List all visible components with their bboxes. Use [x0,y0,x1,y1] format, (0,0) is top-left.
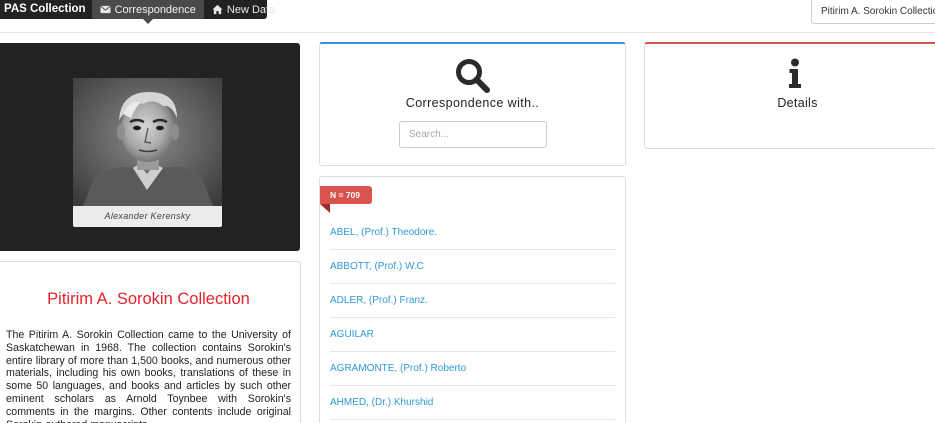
count-badge: N = 709 [320,186,372,204]
active-caret [142,19,153,24]
list-item: AGRAMONTE, (Prof.) Roberto [330,352,615,386]
correspondent-link[interactable]: ABBOTT, (Prof.) W.C [330,261,424,272]
details-heading: Details [777,96,818,110]
nav-item-label: Correspondence [114,3,196,16]
about-panel: Pitirim A. Sorokin Collection The Pitiri… [0,261,301,423]
portrait-caption: Alexander Kerensky [104,211,191,221]
list-item: ADLER, (Prof.) Franz. [330,284,615,318]
correspondent-link[interactable]: AGRAMONTE, (Prof.) Roberto [330,363,466,374]
home-icon [212,4,223,15]
list-item: ABEL, (Prof.) Theodore. [330,216,615,250]
navbar-menu: PAS Collection Correspondence New Data [0,0,275,24]
list-item: ABBOTT, (Prof.) W.C [330,250,615,284]
brand-link[interactable]: PAS Collection [0,0,92,19]
collection-description: The Pitirim A. Sorokin Collection came t… [6,329,291,423]
list-item: AGUILAR [330,318,615,352]
nav-item-label: New Data [226,3,276,16]
correspondent-link[interactable]: AHMED, (Dr.) Khurshid [330,397,433,408]
search-icon [456,59,490,93]
correspondent-link[interactable]: ABEL, (Prof.) Theodore. [330,227,437,238]
nav-item-correspondence[interactable]: Correspondence [91,0,204,24]
portrait-panel: Alexander Kerensky [0,43,300,251]
correspondence-search-panel: Correspondence with.. [319,42,626,166]
ribbon-fold [320,204,330,213]
correspondent-search-input[interactable] [399,121,547,148]
collection-title: Pitirim A. Sorokin Collection [47,290,250,308]
correspondent-link[interactable]: AGUILAR [330,329,374,340]
envelope-icon [100,5,111,14]
list-item: AHMED, (Dr.) Khurshid [330,386,615,420]
correspondent-link[interactable]: ADLER, (Prof.) Franz. [330,295,428,306]
collection-search-input[interactable] [811,0,935,24]
top-navbar: PAS Collection Correspondence New Data [0,0,935,33]
app-root: PAS Collection Correspondence New Data P… [0,0,935,423]
correspondent-list-panel: N = 709 ABEL, (Prof.) Theodore. ABBOTT, … [319,176,626,423]
portrait-photo [73,78,222,206]
correspondent-list: ABEL, (Prof.) Theodore. ABBOTT, (Prof.) … [330,216,615,420]
details-panel: Details [644,42,935,149]
correspondence-heading: Correspondence with.. [405,96,540,110]
portrait-card: Alexander Kerensky [73,78,222,227]
nav-item-new-data[interactable]: New Data [204,0,283,19]
info-icon [789,58,801,88]
